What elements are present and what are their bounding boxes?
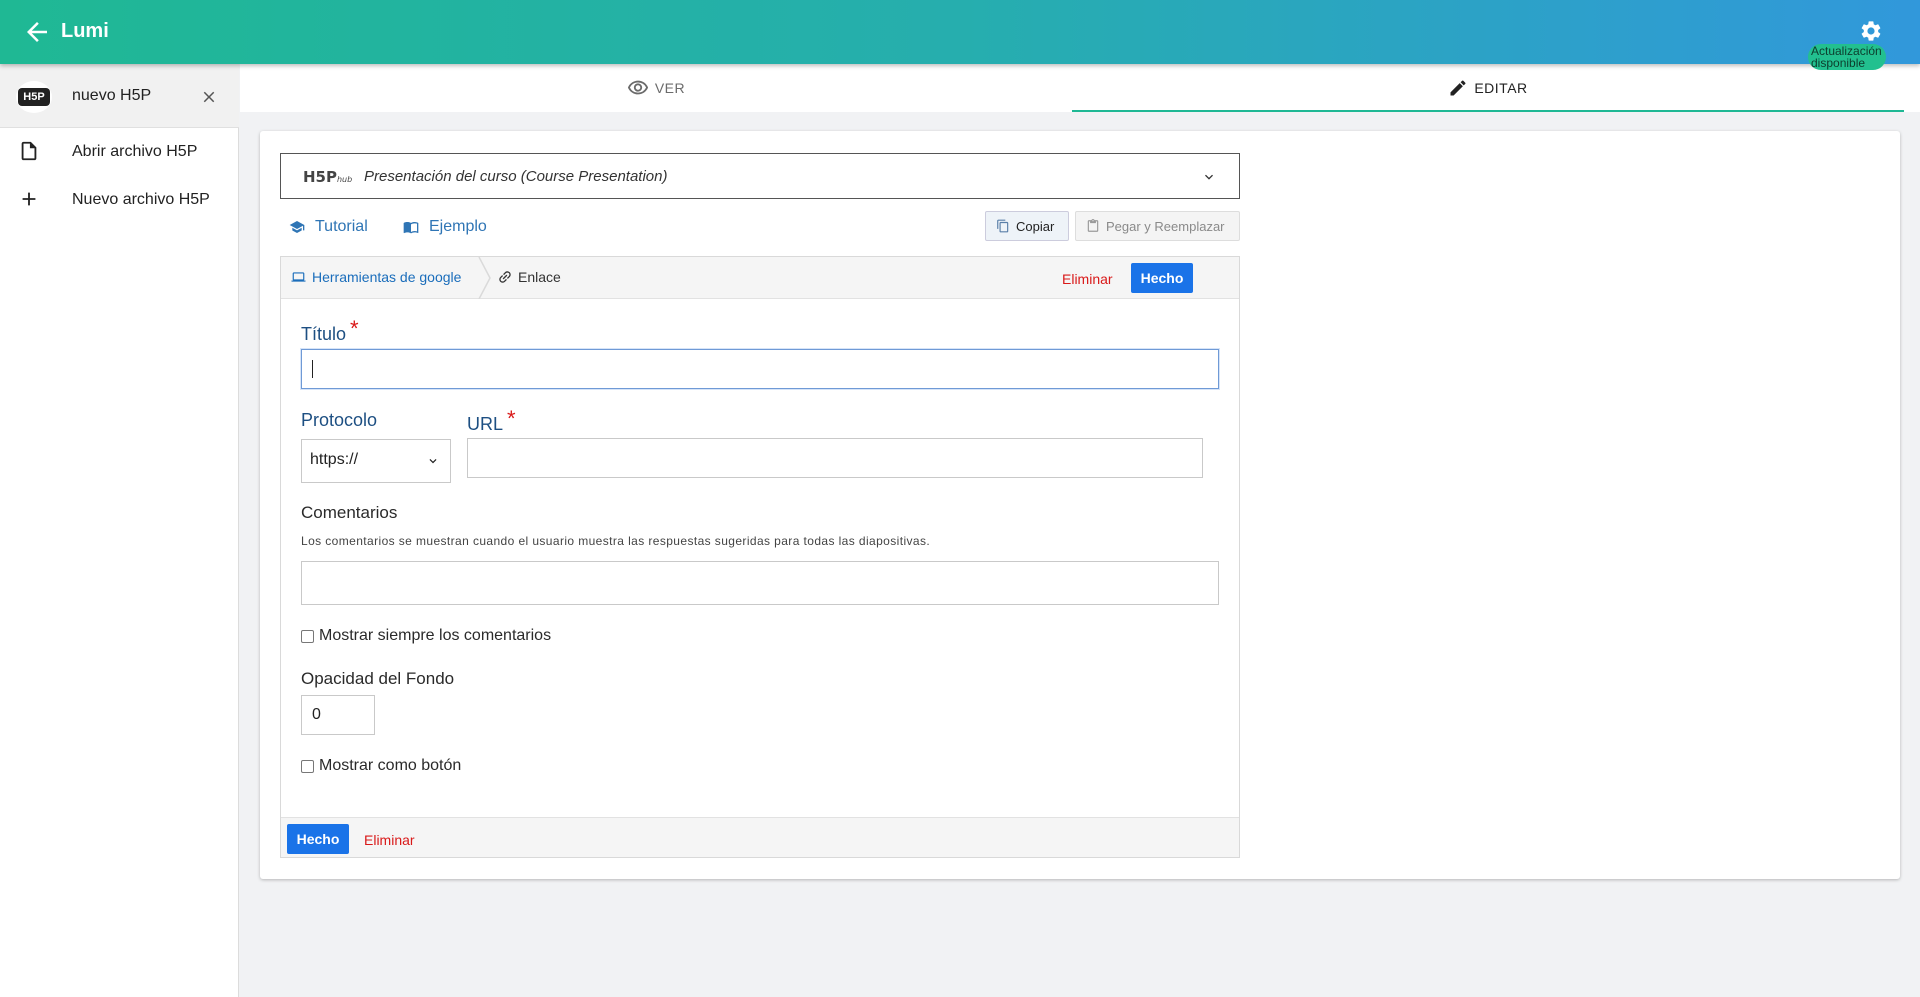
breadcrumb-parent[interactable]: Herramientas de google bbox=[291, 269, 461, 285]
back-arrow-icon[interactable] bbox=[22, 17, 52, 47]
opacidad-label: Opacidad del Fondo bbox=[301, 669, 455, 688]
ejemplo-link[interactable]: Ejemplo bbox=[402, 218, 487, 236]
file-tab-name: nuevo H5P bbox=[72, 87, 152, 104]
url-label: URL * bbox=[467, 406, 516, 434]
sidebar-item-open-file[interactable]: Abrir archivo H5P bbox=[0, 128, 239, 176]
pencil-icon bbox=[1450, 80, 1466, 96]
open-book-icon bbox=[403, 222, 419, 234]
titulo-input[interactable] bbox=[301, 349, 1219, 389]
protocolo-select[interactable]: https:// bbox=[301, 439, 451, 483]
breadcrumb-separator bbox=[478, 257, 491, 299]
delete-button-bottom[interactable]: Eliminar bbox=[364, 832, 415, 848]
editor-footer: Hecho Eliminar bbox=[281, 817, 1239, 857]
close-icon[interactable] bbox=[200, 88, 218, 106]
chevron-down-icon bbox=[1205, 174, 1213, 180]
text-caret bbox=[312, 360, 313, 378]
protocolo-label: Protocolo bbox=[301, 410, 378, 430]
mostrar-comentarios-checkbox[interactable]: Mostrar siempre los comentarios bbox=[301, 627, 551, 645]
tab-label: EDITAR bbox=[1474, 80, 1528, 96]
done-button-bottom[interactable]: Hecho bbox=[287, 824, 349, 854]
settings-gear-icon[interactable] bbox=[1859, 19, 1883, 43]
sidebar-item-label: Abrir archivo H5P bbox=[72, 143, 198, 160]
chevron-down-icon bbox=[429, 459, 437, 464]
eye-icon bbox=[627, 80, 648, 95]
copy-icon bbox=[997, 219, 1009, 233]
active-tab-indicator bbox=[1072, 110, 1904, 112]
update-available-badge[interactable]: Actualización disponible bbox=[1808, 44, 1886, 70]
sidebar: H5P nuevo H5P Abrir archivo H5P Nuevo ar… bbox=[0, 64, 239, 997]
editor-header: Herramientas de google Enlace Eliminar H… bbox=[281, 257, 1239, 299]
mostrar-boton-checkbox[interactable]: Mostrar como botón bbox=[301, 757, 461, 775]
done-button-top[interactable]: Hecho bbox=[1131, 263, 1193, 293]
paste-replace-button[interactable]: Pegar y Reemplazar bbox=[1075, 211, 1240, 241]
monitor-icon bbox=[291, 272, 306, 282]
view-edit-tabs: VER EDITAR bbox=[240, 64, 1920, 112]
sidebar-item-label: Nuevo archivo H5P bbox=[72, 191, 210, 208]
tab-editar[interactable]: EDITAR bbox=[1072, 64, 1904, 112]
hub-content-type-title: Presentación del curso (Course Presentat… bbox=[364, 168, 668, 185]
h5p-logo-icon: H5P bbox=[16, 81, 52, 113]
paste-icon bbox=[1087, 219, 1099, 232]
checkbox-box[interactable] bbox=[301, 759, 314, 773]
app-bar: Lumi Actualización disponible bbox=[0, 0, 1920, 70]
file-icon bbox=[21, 141, 37, 161]
comentarios-description: Los comentarios se muestran cuando el us… bbox=[301, 534, 931, 548]
app-title: Lumi bbox=[61, 20, 109, 42]
h5p-hub-logo: H5Phub bbox=[303, 168, 353, 186]
tab-label: VER bbox=[654, 80, 686, 96]
plus-icon bbox=[22, 192, 36, 206]
opacidad-input[interactable]: 0 bbox=[301, 695, 375, 735]
comentarios-input[interactable] bbox=[301, 561, 1219, 605]
tutorial-link[interactable]: Tutorial bbox=[288, 218, 368, 236]
comentarios-label: Comentarios bbox=[301, 503, 398, 522]
link-icon bbox=[499, 271, 511, 283]
breadcrumb-current: Enlace bbox=[497, 269, 561, 285]
open-file-tab[interactable]: H5P nuevo H5P bbox=[0, 64, 239, 128]
url-input[interactable] bbox=[467, 438, 1203, 478]
link-editor-panel: Herramientas de google Enlace Eliminar H… bbox=[280, 256, 1240, 858]
delete-button-top[interactable]: Eliminar bbox=[1062, 271, 1113, 287]
titulo-label: Título * bbox=[301, 316, 359, 344]
content-type-hub-selector[interactable]: H5Phub Presentación del curso (Course Pr… bbox=[280, 153, 1240, 199]
checkbox-box[interactable] bbox=[301, 629, 314, 643]
tab-ver[interactable]: VER bbox=[240, 64, 1072, 112]
graduation-cap-icon bbox=[289, 221, 305, 233]
sidebar-item-new-file[interactable]: Nuevo archivo H5P bbox=[0, 176, 239, 224]
copy-button[interactable]: Copiar bbox=[985, 211, 1069, 241]
